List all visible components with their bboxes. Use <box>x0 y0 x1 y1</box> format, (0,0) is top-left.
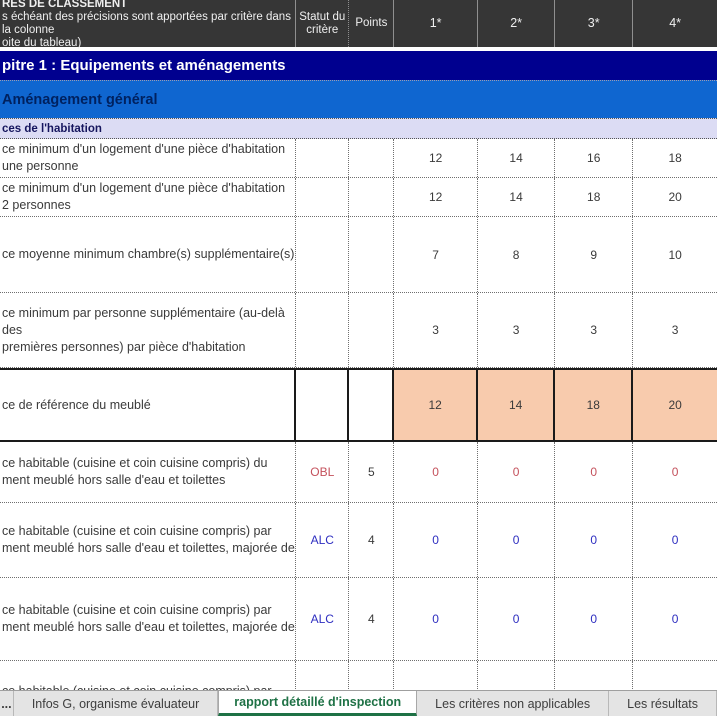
star2-value-cell[interactable]: 14 <box>478 139 555 177</box>
points-cell[interactable]: 5 <box>349 442 394 502</box>
star1-value-cell[interactable]: 7 <box>394 217 478 292</box>
star2-value-cell[interactable]: 0 <box>478 442 555 502</box>
criteria-cell[interactable]: ce minimum par personne supplémentaire (… <box>0 293 296 367</box>
star2-value-cell[interactable]: 8 <box>478 217 555 292</box>
points-cell[interactable] <box>349 293 394 367</box>
sheet-tab-les-resultats[interactable]: Les résultats <box>609 691 717 716</box>
star1-value-cell[interactable]: 0 <box>394 503 478 577</box>
statut-cell[interactable]: OBL <box>296 442 349 502</box>
criteria-cell[interactable]: ce moyenne minimum chambre(s) supplément… <box>0 217 296 292</box>
table-row: ce minimum par personne supplémentaire (… <box>0 293 717 368</box>
star1-value-cell[interactable]: 0 <box>394 578 478 660</box>
statut-cell[interactable]: ALC <box>296 578 349 660</box>
header-criteria-note-line2: s échéant des précisions sont apportées … <box>2 11 295 37</box>
sheet-tab-infos-g[interactable]: Infos G, organisme évaluateur <box>14 691 218 716</box>
star4-value-cell[interactable]: 18 <box>633 139 717 177</box>
header-points-cell: Points <box>349 0 394 47</box>
star2-value-cell[interactable]: 0 <box>478 578 555 660</box>
statut-cell[interactable] <box>296 217 349 292</box>
star2-value-cell[interactable]: 0 <box>478 503 555 577</box>
table-row: ce habitable (cuisine et coin cuisine co… <box>0 442 717 503</box>
statut-cell[interactable] <box>296 370 349 440</box>
header-criteria-note-line3: oite du tableau) <box>2 37 81 50</box>
section-band: Aménagement général <box>0 80 717 118</box>
criteria-cell[interactable]: ce habitable (cuisine et coin cuisine co… <box>0 578 296 660</box>
star3-value-cell[interactable]: 18 <box>555 178 633 216</box>
criteria-cell[interactable]: ce habitable (cuisine et coin cuisine co… <box>0 442 296 502</box>
points-cell[interactable] <box>349 139 394 177</box>
header-criteria-title: RES DE CLASSEMENT <box>2 0 127 11</box>
spreadsheet-view: RES DE CLASSEMENT s échéant des précisio… <box>0 0 717 716</box>
star2-value-cell[interactable]: 14 <box>478 178 555 216</box>
star3-value-cell[interactable]: 3 <box>555 293 633 367</box>
points-cell[interactable]: 4 <box>349 503 394 577</box>
criteria-cell[interactable]: ce minimum d'un logement d'une pièce d'h… <box>0 139 296 177</box>
sheet-tab-bar: ... Infos G, organisme évaluateur rappor… <box>0 690 717 716</box>
star3-value-cell[interactable]: 18 <box>555 370 633 440</box>
table-row-reference-highlight: ce de référence du meublé 12 14 18 20 <box>0 368 717 442</box>
header-star-1: 1* <box>394 0 478 47</box>
header-statut-line2: critère <box>306 24 338 36</box>
header-criteria-cell: RES DE CLASSEMENT s échéant des précisio… <box>0 0 296 47</box>
table-row: ce minimum d'un logement d'une pièce d'h… <box>0 139 717 178</box>
header-star-2: 2* <box>478 0 555 47</box>
star4-value-cell[interactable]: 0 <box>633 503 717 577</box>
sheet-tab-rapport-detaille-active[interactable]: rapport détaillé d'inspection <box>218 691 417 716</box>
points-cell[interactable]: 4 <box>349 578 394 660</box>
star4-value-cell[interactable]: 10 <box>633 217 717 292</box>
statut-cell[interactable]: ALC <box>296 503 349 577</box>
table-row: ce moyenne minimum chambre(s) supplément… <box>0 217 717 293</box>
star1-value-cell[interactable]: 12 <box>394 370 478 440</box>
star4-value-cell[interactable]: 3 <box>633 293 717 367</box>
star3-value-cell[interactable]: 0 <box>555 442 633 502</box>
star3-value-cell[interactable]: 16 <box>555 139 633 177</box>
criteria-cell[interactable]: ce minimum d'un logement d'une pièce d'h… <box>0 178 296 216</box>
star3-value-cell[interactable]: 9 <box>555 217 633 292</box>
statut-cell[interactable] <box>296 293 349 367</box>
header-statut-line1: Statut du <box>299 11 345 23</box>
points-cell[interactable] <box>349 370 394 440</box>
star4-value-cell[interactable]: 0 <box>633 578 717 660</box>
star1-value-cell[interactable]: 12 <box>394 178 478 216</box>
sheet-tab-criteres-non-applicables[interactable]: Les critères non applicables <box>417 691 609 716</box>
header-statut-cell: Statut du critère <box>296 0 349 47</box>
table-header-row: RES DE CLASSEMENT s échéant des précisio… <box>0 0 717 47</box>
chapter-band: pitre 1 : Equipements et aménagements <box>0 51 717 80</box>
subsection-band: ces de l'habitation <box>0 118 717 139</box>
criteria-cell[interactable]: ce habitable (cuisine et coin cuisine co… <box>0 503 296 577</box>
star2-value-cell[interactable]: 3 <box>478 293 555 367</box>
star1-value-cell[interactable]: 12 <box>394 139 478 177</box>
star4-value-cell[interactable]: 0 <box>633 442 717 502</box>
header-star-3: 3* <box>555 0 633 47</box>
table-row: ce minimum d'un logement d'une pièce d'h… <box>0 178 717 217</box>
statut-cell[interactable] <box>296 139 349 177</box>
points-cell[interactable] <box>349 217 394 292</box>
star3-value-cell[interactable]: 0 <box>555 503 633 577</box>
table-row: ce habitable (cuisine et coin cuisine co… <box>0 578 717 661</box>
star3-value-cell[interactable]: 0 <box>555 578 633 660</box>
sheet-tabs-overflow-button[interactable]: ... <box>0 691 14 716</box>
statut-cell[interactable] <box>296 178 349 216</box>
points-cell[interactable] <box>349 178 394 216</box>
table-row: ce habitable (cuisine et coin cuisine co… <box>0 503 717 578</box>
star4-value-cell[interactable]: 20 <box>633 370 717 440</box>
criteria-cell[interactable]: ce de référence du meublé <box>0 370 296 440</box>
star1-value-cell[interactable]: 0 <box>394 442 478 502</box>
star4-value-cell[interactable]: 20 <box>633 178 717 216</box>
star2-value-cell[interactable]: 14 <box>478 370 555 440</box>
star1-value-cell[interactable]: 3 <box>394 293 478 367</box>
header-star-4: 4* <box>633 0 717 47</box>
